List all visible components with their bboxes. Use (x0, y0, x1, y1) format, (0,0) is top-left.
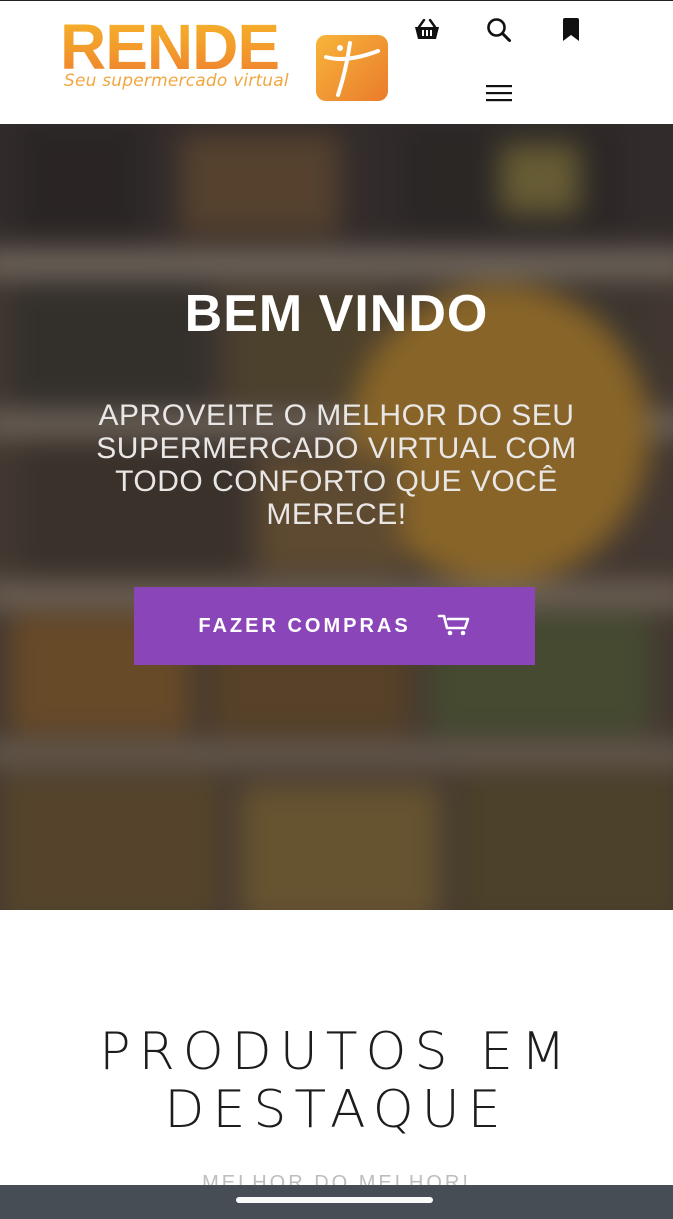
rende-logo[interactable]: RENDE Seu supermercado virtual (58, 15, 390, 107)
site-header: RENDE Seu supermercado virtual (0, 0, 673, 124)
hero-subtitle: APROVEITE O MELHOR DO SEU SUPERMERCADO V… (96, 399, 577, 531)
shopping-cart-icon (437, 613, 471, 640)
featured-products-title: PRODUTOS EM DESTAQUE (99, 1022, 574, 1140)
basket-icon[interactable] (410, 15, 444, 45)
logo-badge (316, 35, 388, 101)
home-indicator[interactable] (236, 1197, 433, 1203)
search-icon[interactable] (483, 15, 515, 45)
logo-wordmark: RENDE (60, 11, 280, 83)
hero-title: BEM VINDO (184, 285, 489, 343)
logo-tagline: Seu supermercado virtual (64, 71, 289, 91)
shop-now-button[interactable]: FAZER COMPRAS (134, 587, 535, 665)
featured-products-section: PRODUTOS EM DESTAQUE MELHOR DO MELHOR! (0, 910, 673, 1219)
hamburger-menu-icon[interactable] (482, 79, 516, 107)
system-navigation-bar (0, 1185, 673, 1219)
hero-banner: BEM VINDO APROVEITE O MELHOR DO SEU SUPE… (0, 124, 673, 910)
bookmark-icon[interactable] (555, 15, 587, 45)
shop-now-label: FAZER COMPRAS (198, 614, 411, 637)
